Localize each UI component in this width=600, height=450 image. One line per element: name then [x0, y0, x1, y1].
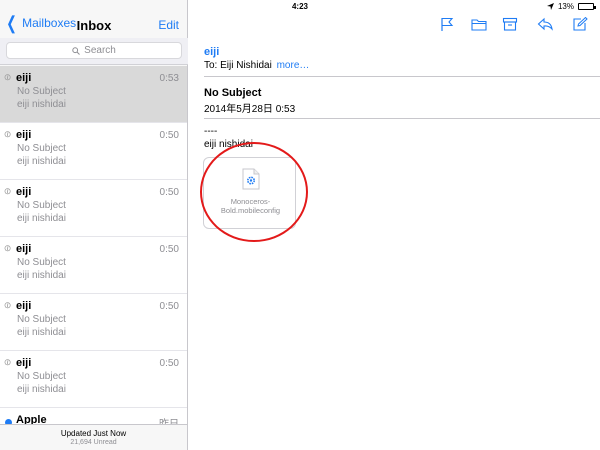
message-row[interactable]: ⊘ eiji 0:50 No Subject eiji nishidai [0, 180, 187, 237]
message-sender: eiji [16, 72, 32, 84]
to-prefix: To: [204, 60, 218, 71]
status-right: 13% [546, 2, 596, 11]
message-time: 0:50 [159, 301, 179, 312]
message-list: ⊘ eiji 0:53 No Subject eiji nishidai ⊘ e… [0, 66, 187, 450]
message-preview: eiji nishidai [17, 213, 66, 224]
message-preview: eiji nishidai [17, 270, 66, 281]
compose-icon[interactable] [572, 17, 588, 31]
message-subject: No Subject [17, 86, 66, 97]
message-preview: eiji nishidai [17, 99, 66, 110]
message-date: 2014年5月28日 0:53 [204, 104, 296, 115]
message-sender: eiji [16, 300, 32, 312]
paperclip-icon: ⊘ [1, 127, 14, 141]
message-time: 0:50 [159, 130, 179, 141]
header-divider [204, 76, 600, 77]
paperclip-icon: ⊘ [1, 184, 14, 198]
message-subject: No Subject [17, 314, 66, 325]
message-subject-heading: No Subject [204, 87, 262, 99]
signature-separator: ---- [204, 126, 218, 137]
search-icon [72, 46, 81, 55]
inbox-nav-bar: ❮ Mailboxes Inbox Edit [0, 12, 188, 38]
edit-button[interactable]: Edit [158, 18, 179, 32]
body-divider [204, 118, 600, 119]
message-row[interactable]: ⊘ eiji 0:50 No Subject eiji nishidai [0, 123, 187, 180]
message-preview: eiji nishidai [17, 156, 66, 167]
mailbox-status-footer: Updated Just Now 21,694 Unread [0, 424, 187, 450]
message-subject: No Subject [17, 200, 66, 211]
reply-icon[interactable] [537, 17, 553, 31]
highlight-circle [200, 142, 308, 242]
message-sender: eiji [16, 243, 32, 255]
message-time: 0:50 [159, 358, 179, 369]
sender-name[interactable]: eiji [204, 46, 219, 58]
paperclip-icon: ⊘ [1, 298, 14, 312]
message-preview: eiji nishidai [17, 327, 66, 338]
search-bar: Search [0, 38, 188, 65]
more-recipients-link[interactable]: more… [277, 60, 310, 71]
battery-percent: 13% [557, 2, 574, 11]
message-sender: eiji [16, 186, 32, 198]
updated-status: Updated Just Now [60, 429, 127, 438]
message-row[interactable]: ⊘ eiji 0:53 No Subject eiji nishidai [0, 66, 187, 123]
paperclip-icon: ⊘ [1, 355, 14, 369]
search-input[interactable]: Search [6, 42, 182, 59]
message-sender: eiji [16, 129, 32, 141]
paperclip-icon: ⊘ [1, 70, 14, 84]
message-sender: eiji [16, 357, 32, 369]
mailbox-pane: ❮ Mailboxes Inbox Edit Search ⊘ eiji 0:5… [0, 0, 188, 450]
message-time: 0:50 [159, 244, 179, 255]
message-row[interactable]: ⊘ eiji 0:50 No Subject eiji nishidai [0, 294, 187, 351]
search-placeholder: Search [84, 45, 116, 56]
paperclip-icon: ⊘ [1, 241, 14, 255]
message-toolbar [189, 12, 600, 38]
message-row[interactable]: ⊘ eiji 0:50 No Subject eiji nishidai [0, 351, 187, 408]
flag-icon[interactable] [439, 17, 455, 31]
folder-icon[interactable] [471, 17, 487, 31]
message-row[interactable]: ⊘ eiji 0:50 No Subject eiji nishidai [0, 237, 187, 294]
location-icon [546, 3, 554, 10]
archive-icon[interactable] [502, 17, 518, 31]
message-subject: No Subject [17, 371, 66, 382]
message-time: 0:50 [159, 187, 179, 198]
message-subject: No Subject [17, 143, 66, 154]
battery-icon [578, 3, 596, 10]
recipient-line: To: Eiji Nishidai more… [204, 60, 309, 71]
unread-count: 21,694 Unread [70, 439, 117, 446]
message-preview: eiji nishidai [17, 384, 66, 395]
recipient-name[interactable]: Eiji Nishidai [220, 60, 272, 71]
message-subject: No Subject [17, 257, 66, 268]
message-time: 0:53 [159, 73, 179, 84]
